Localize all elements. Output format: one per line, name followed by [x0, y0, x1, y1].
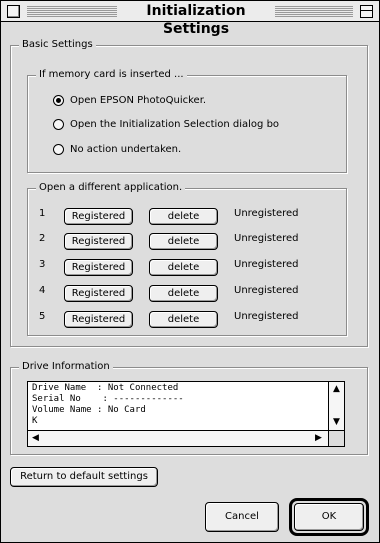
registered-button[interactable]: Registered: [64, 311, 133, 328]
app-row-number: 5: [39, 311, 46, 322]
app-status: Unregistered: [234, 233, 299, 244]
delete-button[interactable]: delete: [149, 208, 218, 225]
app-status: Unregistered: [234, 311, 299, 322]
return-to-default-button[interactable]: Return to default settings: [10, 467, 158, 487]
registered-button[interactable]: Registered: [64, 285, 133, 302]
drive-info-listbox[interactable]: Drive Name : Not Connected Serial No : -…: [27, 381, 345, 447]
title-bar-stripes-left: [27, 6, 117, 17]
scroll-right-arrow-icon[interactable]: ▶: [311, 431, 326, 446]
scroll-up-arrow-icon[interactable]: ▲: [329, 382, 344, 397]
title-bar[interactable]: Initialization Settings: [1, 1, 379, 37]
radio-button-checked[interactable]: [53, 95, 64, 106]
app-row-number: 4: [39, 285, 46, 296]
vertical-scrollbar[interactable]: ▲ ▼: [328, 382, 344, 430]
memory-card-legend: If memory card is inserted ...: [36, 68, 187, 82]
app-status: Unregistered: [234, 285, 299, 296]
other-application-legend: Open a different application.: [36, 181, 186, 195]
scroll-left-arrow-icon[interactable]: ◀: [28, 431, 43, 446]
registered-button[interactable]: Registered: [64, 259, 133, 276]
scroll-corner: [328, 430, 344, 446]
delete-button[interactable]: delete: [149, 285, 218, 302]
basic-settings-legend: Basic Settings: [19, 38, 96, 52]
radio-button[interactable]: [53, 119, 64, 130]
drive-information-legend: Drive Information: [19, 360, 113, 374]
app-status: Unregistered: [234, 259, 299, 270]
drive-info-text: Drive Name : Not Connected Serial No : -…: [32, 383, 184, 426]
delete-button[interactable]: delete: [149, 233, 218, 250]
window-title: Initialization Settings: [117, 2, 275, 37]
app-row-number: 1: [39, 208, 46, 219]
radio-label: Open EPSON PhotoQuicker.: [70, 95, 207, 106]
horizontal-scrollbar[interactable]: ◀ ▶: [28, 430, 328, 446]
app-row-number: 2: [39, 233, 46, 244]
ok-button[interactable]: OK: [294, 503, 364, 531]
delete-button[interactable]: delete: [149, 311, 218, 328]
delete-button[interactable]: delete: [149, 259, 218, 276]
radio-button[interactable]: [53, 144, 64, 155]
dialog-window: Initialization Settings Basic Settings I…: [0, 0, 380, 543]
zoom-box-icon[interactable]: [360, 5, 373, 18]
scroll-down-arrow-icon[interactable]: ▼: [329, 415, 344, 430]
registered-button[interactable]: Registered: [64, 208, 133, 225]
registered-button[interactable]: Registered: [64, 233, 133, 250]
radio-label: Open the Initialization Selection dialog…: [70, 119, 280, 130]
cancel-button[interactable]: Cancel: [205, 502, 279, 532]
app-status: Unregistered: [234, 208, 299, 219]
close-box-icon[interactable]: [7, 5, 20, 18]
radio-label: No action undertaken.: [70, 144, 182, 155]
app-row-number: 3: [39, 259, 46, 270]
title-bar-stripes-right: [275, 6, 353, 17]
